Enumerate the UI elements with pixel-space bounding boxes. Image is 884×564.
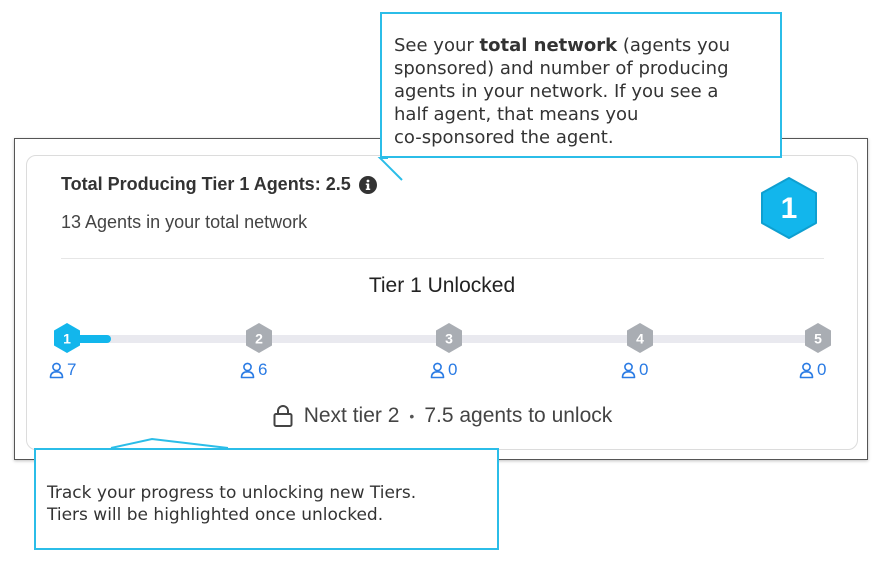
tier-node-3: 3 — [434, 322, 464, 354]
person-icon — [49, 362, 64, 378]
tier-count-value: 0 — [639, 360, 649, 379]
info-circle-icon[interactable] — [358, 175, 377, 194]
callout-line: half agent, that means you — [394, 104, 639, 125]
tier-node-number: 3 — [445, 331, 453, 347]
current-tier-badge-number: 1 — [781, 192, 798, 225]
tier-1-agent-count: 7 — [49, 360, 76, 380]
person-icon — [799, 362, 814, 378]
tier-count-value: 6 — [258, 360, 268, 379]
tier-node-number: 4 — [636, 331, 644, 347]
tier-node-5: 5 — [803, 322, 833, 354]
progress-callout: Track your progress to unlocking new Tie… — [34, 448, 499, 550]
callout-line: See your total network (agents you — [394, 34, 768, 57]
callout-line: agents in your network. If you see a — [394, 81, 719, 102]
callout-text: (agents you — [617, 35, 731, 56]
callout-line: co-sponsored the agent. — [394, 127, 614, 148]
total-network-count: 13 Agents in your total network — [61, 212, 308, 232]
divider — [61, 258, 824, 259]
person-icon — [240, 362, 255, 378]
producing-agents-title-text: Total Producing Tier 1 Agents: 2.5 — [61, 174, 351, 194]
lock-icon — [273, 405, 293, 427]
callout-emphasis: total network — [479, 35, 618, 56]
total-network-callout: See your total network (agents you spons… — [380, 12, 782, 158]
person-icon — [621, 362, 636, 378]
callout-text: See your — [394, 35, 480, 56]
tier-status-label: Tier 1 Unlocked — [368, 274, 516, 297]
agents-to-unlock: 7.5 agents to unlock — [424, 404, 613, 427]
tier-count-value: 7 — [67, 360, 77, 379]
next-tier-info: Next tier 2 • 7.5 agents to unlock — [26, 404, 858, 428]
separator-bullet: • — [409, 408, 415, 424]
tier-node-2: 2 — [244, 322, 274, 354]
tier-node-number: 1 — [63, 331, 71, 347]
tier-count-value: 0 — [817, 360, 827, 379]
tier-node-number: 5 — [814, 331, 822, 347]
person-icon — [430, 362, 445, 378]
tier-node-4: 4 — [625, 322, 655, 354]
next-tier-label: Next tier 2 — [303, 404, 400, 427]
tier-3-agent-count: 0 — [430, 360, 457, 380]
current-tier-badge: 1 — [761, 177, 817, 239]
callout-line: sponsored) and number of producing — [394, 58, 729, 79]
tier-4-agent-count: 0 — [621, 360, 648, 380]
callout-line: Tiers will be highlighted once unlocked. — [47, 505, 384, 525]
tier-node-number: 2 — [255, 331, 263, 347]
tier-count-value: 0 — [448, 360, 458, 379]
tier-5-agent-count: 0 — [799, 360, 826, 380]
tier-2-agent-count: 6 — [240, 360, 267, 380]
tier-node-1: 1 — [52, 322, 82, 354]
callout-line: Track your progress to unlocking new Tie… — [47, 483, 417, 503]
producing-agents-title: Total Producing Tier 1 Agents: 2.5 — [61, 174, 377, 195]
